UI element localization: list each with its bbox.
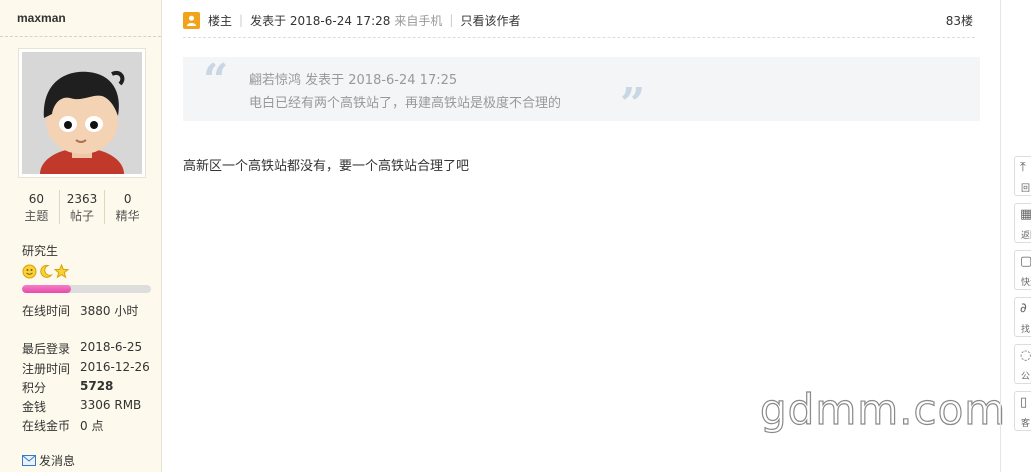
quote-block: “ 翩若惊鸿 发表于 2018-6-24 17:25 电白已经有两个高铁站了，再…	[183, 55, 980, 127]
posted-at: 发表于 2018-6-24 17:28	[250, 13, 391, 28]
info-label: 注册时间	[22, 362, 71, 376]
user-rank[interactable]: 研究生	[22, 242, 58, 259]
online-coins-row: 在线金币 0 点	[22, 417, 103, 434]
grid-icon: ▦	[1020, 207, 1031, 222]
float-button-label: 返回	[1021, 231, 1031, 241]
stat-value: 60	[28, 192, 44, 206]
last-login-row: 最后登录 2018-6-25	[22, 340, 142, 357]
info-value: 0 点	[80, 419, 104, 433]
info-label: 在线金币	[22, 419, 71, 433]
send-message-label: 发消息	[39, 454, 76, 468]
divider	[0, 36, 161, 37]
avatar[interactable]	[18, 48, 146, 178]
owner-icon	[183, 11, 200, 29]
float-button-label: 回	[1021, 184, 1031, 194]
stat-value: 0	[123, 192, 132, 206]
moon-icon	[40, 264, 53, 278]
stat-label: 帖子	[70, 209, 95, 223]
rank-progress-fill	[22, 285, 72, 293]
register-time-row: 注册时间 2016-12-26	[22, 360, 150, 377]
watermark: gdmm.com	[759, 384, 1007, 434]
sun-icon	[22, 264, 37, 279]
post-content: 高新区一个高铁站都没有，要一个高铁站合理了吧	[183, 159, 470, 174]
stat-topics[interactable]: 60 主题	[14, 190, 60, 224]
user-icon	[187, 15, 196, 26]
info-value: 2016-12-26	[80, 360, 150, 374]
money-row: 金钱 3306 RMB	[22, 398, 141, 415]
info-value: 2018-6-25	[80, 340, 143, 354]
quick-reply-button[interactable]: ▢ 快速	[1014, 250, 1031, 290]
separator: |	[239, 13, 244, 27]
envelope-icon	[22, 455, 36, 466]
stat-label: 主题	[24, 209, 49, 223]
float-button-label: 公	[1021, 372, 1031, 382]
find-button[interactable]: ∂ 找	[1014, 297, 1031, 337]
avatar-image	[22, 52, 142, 174]
author-username[interactable]: maxman	[17, 11, 66, 25]
post-source: 来自手机	[394, 13, 443, 28]
document-icon: ▯	[1020, 395, 1028, 410]
info-value: 3880 小时	[80, 304, 139, 318]
client-button[interactable]: ▯ 客	[1014, 391, 1031, 431]
info-value: 3306 RMB	[80, 398, 142, 412]
quote-source: 翩若惊鸿 发表于 2018-6-24 17:25	[249, 73, 458, 88]
rank-progress-bar	[22, 285, 151, 293]
link-icon: ∂	[1020, 301, 1027, 316]
speech-icon: ◌	[1020, 348, 1031, 363]
return-list-button[interactable]: ▦ 返回	[1014, 203, 1031, 243]
online-time-row: 在线时间 3880 小时	[22, 302, 138, 319]
author-stats: 60 主题 2363 帖子 0 精华	[14, 190, 150, 224]
float-button-label: 找	[1021, 325, 1031, 335]
floor-number[interactable]: 83楼	[946, 12, 973, 29]
float-button-label: 客	[1021, 419, 1031, 429]
author-sidebar: maxman 60 主题 2363 帖子 0 精华 研究生 在线时间 3880 …	[0, 0, 162, 472]
send-message-link[interactable]: 发消息	[22, 452, 75, 469]
info-label: 最后登录	[22, 342, 71, 356]
back-to-top-button[interactable]: ⤒ 回	[1014, 156, 1031, 196]
only-author-link[interactable]: 只看该作者	[460, 12, 520, 29]
info-label: 在线时间	[22, 304, 71, 318]
quote-open-icon: “	[203, 55, 229, 106]
points-row: 积分 5728	[22, 379, 113, 396]
divider	[183, 37, 975, 38]
stat-posts[interactable]: 2363 帖子	[60, 190, 106, 224]
post-header: 楼主 | 发表于 2018-6-24 17:28 来自手机 | 只看该作者 83…	[183, 10, 973, 30]
arrow-up-icon: ⤒	[1020, 160, 1026, 175]
separator: |	[449, 13, 454, 27]
public-button[interactable]: ◌ 公	[1014, 344, 1031, 384]
float-button-label: 快速	[1021, 278, 1031, 288]
rank-icons	[22, 264, 69, 279]
right-border	[1000, 0, 1001, 472]
info-label: 金钱	[22, 400, 47, 414]
owner-label: 楼主	[208, 13, 233, 28]
info-label: 积分	[22, 381, 47, 395]
quote-close-icon: ”	[620, 79, 646, 130]
star-icon	[54, 264, 69, 279]
info-value: 5728	[80, 379, 114, 393]
chat-bubble-icon: ▢	[1020, 254, 1031, 269]
quote-text: 电白已经有两个高铁站了，再建高铁站是极度不合理的	[249, 96, 562, 111]
stat-value: 2363	[66, 192, 98, 206]
stat-digest[interactable]: 0 精华	[105, 190, 150, 224]
stat-label: 精华	[115, 209, 140, 223]
